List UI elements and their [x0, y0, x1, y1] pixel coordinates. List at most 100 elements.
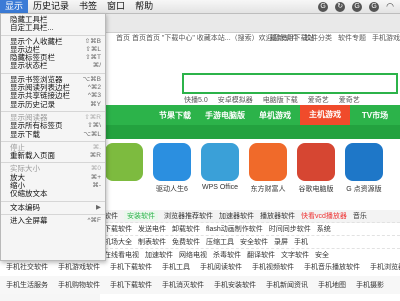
menubar-item[interactable]: 帮助 [130, 0, 158, 13]
menubar-item[interactable]: 书签 [74, 0, 102, 13]
top-link[interactable]: 软件分类 [304, 33, 332, 45]
bottom-link[interactable]: 手机下载软件 [110, 262, 152, 272]
bottom-link[interactable]: 手机生活服务 [6, 280, 48, 290]
app-tile[interactable]: 东方财富人 [244, 143, 292, 205]
top-link[interactable]: 最新软件 [270, 33, 298, 45]
category-link[interactable]: 系统 [317, 224, 331, 234]
top-link[interactable]: 软件专题 [338, 33, 366, 45]
bottom-link[interactable]: 手机安装软件 [214, 280, 256, 290]
g-icon[interactable]: G [369, 1, 380, 12]
menu-item[interactable]: 重新载入页面 ⌘R [1, 151, 105, 160]
category-link[interactable]: flash动画制作软件 [206, 224, 263, 234]
bottom-category-rows: 手机社交软件 手机游戏软件 手机下载软件 手机工具 手机阅读软件 手机视频软件 手机音乐播放… [0, 258, 400, 294]
app-tile[interactable]: 驱动人生6 [148, 143, 196, 205]
nav-item[interactable]: TV市场 [350, 110, 400, 121]
bottom-link[interactable]: 手机音乐播放软件 [304, 262, 360, 272]
hot-link[interactable]: 爱奇艺 [308, 95, 329, 105]
category-link[interactable]: 音乐 [353, 211, 367, 221]
hot-link[interactable]: 安卓模拟器 [218, 95, 253, 105]
category-link[interactable]: 播放器软件 [260, 211, 295, 221]
menu-separator [1, 110, 105, 112]
app-tile[interactable]: G 点资源版 [340, 143, 388, 205]
menu-item-shortcut: ⌘R [89, 152, 101, 160]
category-link[interactable]: 录屏 [274, 237, 288, 247]
menu-item-shortcut: ⌘- [92, 182, 101, 190]
menu-item[interactable]: 进入全屏幕 ^⌘F [1, 215, 105, 225]
category-link[interactable]: 安全软件 [240, 237, 268, 247]
top-link[interactable]: 手机游戏 [372, 33, 400, 45]
menu-item[interactable]: 自定工具栏... [1, 23, 105, 32]
menu-item[interactable]: 文本编码 ▶ [1, 203, 105, 212]
category-link[interactable]: 发送电件 [138, 224, 166, 234]
bottom-link[interactable]: 手机下载软件 [110, 280, 152, 290]
category-link[interactable]: 软件 [104, 211, 118, 221]
g-icon[interactable]: G [352, 1, 363, 12]
app-label: G 点资源版 [346, 186, 382, 193]
bottom-link[interactable]: 手机消灭软件 [162, 280, 204, 290]
app-icon [153, 143, 191, 181]
menu-separator [1, 34, 105, 36]
menubar-item[interactable]: 显示 [0, 0, 29, 13]
category-link[interactable]: 下载软件 [104, 224, 132, 234]
bottom-link[interactable]: 手机视频软件 [252, 262, 294, 272]
bottom-link[interactable]: 手机购物软件 [58, 280, 100, 290]
main-nav: 节果下载 手游电脑版 单机游戏 主机游戏 TV市场 [100, 105, 400, 125]
category-link[interactable]: 卸载软件 [172, 224, 200, 234]
site-header [100, 48, 400, 74]
menu-item-shortcut: ⌘+ [90, 173, 101, 181]
hot-link[interactable]: 快播5.0 [184, 95, 208, 105]
app-label: 东方财富人 [250, 186, 286, 193]
nav-item[interactable]: 主机游戏 [300, 105, 350, 125]
menu-item[interactable]: 显示历史记录 ⌘Y [1, 100, 105, 109]
category-link[interactable]: 机场大全 [104, 237, 132, 247]
category-link[interactable]: 压缩工具 [206, 237, 234, 247]
view-menu-dropdown: 隐藏工具栏 自定工具栏... 显示个人收藏栏 ⇧⌘B 显示边栏 ⇧⌘L 隐藏标签页栏 ⇧⌘T 显… [0, 13, 106, 261]
bottom-link[interactable]: 手机工具 [162, 262, 190, 272]
category-link[interactable]: 浏览器推荐软件 [164, 211, 213, 221]
menu-item-shortcut: ⌘. [92, 143, 101, 151]
menu-separator [1, 72, 105, 74]
category-link[interactable]: 时间同步软件 [269, 224, 311, 234]
wifi-icon[interactable]: ◠ [386, 1, 394, 12]
bottom-link[interactable]: 手机摄影 [356, 280, 384, 290]
nav-item[interactable]: 手游电脑版 [200, 110, 250, 121]
category-link[interactable]: 免费软件 [172, 237, 200, 247]
menu-separator [1, 200, 105, 202]
app-icon [105, 143, 143, 181]
bottom-link[interactable]: 手机浏览器 [370, 262, 400, 272]
menu-item-shortcut: ▶ [96, 203, 101, 211]
hot-link[interactable]: 电脑版下载 [263, 95, 298, 105]
bottom-link[interactable]: 手机地图 [318, 280, 346, 290]
category-link[interactable]: 制表软件 [138, 237, 166, 247]
app-icon [345, 143, 383, 181]
bottom-link[interactable]: 手机游戏软件 [58, 262, 100, 272]
app-tile[interactable]: WPS Office [196, 143, 244, 205]
menubar-item[interactable]: 历史记录 [28, 0, 74, 13]
category-link[interactable]: 安装软件 [124, 211, 158, 221]
menu-item-shortcut: ⌘0 [90, 165, 101, 173]
menu-item-label: 仅缩放文本 [10, 189, 48, 199]
g-icon[interactable]: G [318, 1, 329, 12]
menu-item[interactable]: 仅缩放文本 [1, 189, 105, 199]
category-link[interactable]: 加速器软件 [219, 211, 254, 221]
bottom-row: 手机生活服务 手机购物软件 手机下载软件 手机消灭软件 手机安装软件 手机新闻资讯 手机地图… [0, 276, 400, 294]
menu-item-label: 显示状态栏 [10, 61, 48, 71]
menu-item-shortcut: ⌥⌘L [83, 130, 101, 138]
menu-item[interactable]: 显示状态栏 ⌘/ [1, 61, 105, 71]
category-link[interactable]: 手机 [294, 237, 308, 247]
category-link[interactable]: 快看vcd播放器 [301, 211, 347, 221]
hot-link[interactable]: 爱奇艺 [339, 95, 360, 105]
menubar-item[interactable]: 窗口 [102, 0, 130, 13]
refresh-icon[interactable]: ↻ [335, 1, 346, 12]
app-tile[interactable] [100, 143, 148, 205]
menu-item-shortcut: ⌘Y [90, 100, 101, 108]
bottom-link[interactable]: 手机社交软件 [6, 262, 48, 272]
menu-item-label: 进入全屏幕 [10, 215, 48, 225]
app-tile[interactable]: 谷歌电脑版 [292, 143, 340, 205]
bottom-link[interactable]: 手机新闻资讯 [266, 280, 308, 290]
search-input[interactable] [182, 73, 398, 94]
bottom-link[interactable]: 手机阅读软件 [200, 262, 242, 272]
nav-item[interactable]: 单机游戏 [250, 110, 300, 121]
nav-item[interactable]: 节果下载 [150, 110, 200, 121]
menu-item[interactable]: 显示下载 ⌥⌘L [1, 130, 105, 139]
